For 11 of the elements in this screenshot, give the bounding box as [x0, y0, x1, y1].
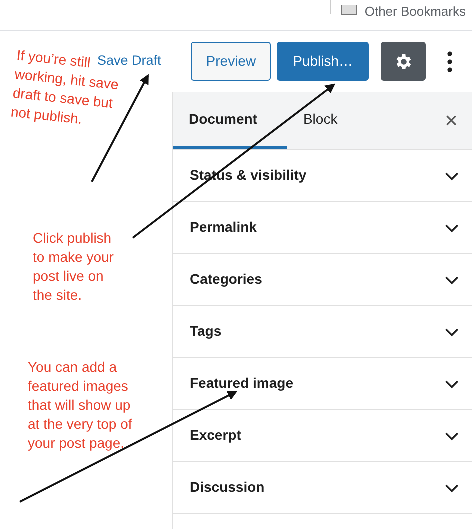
preview-button[interactable]: Preview	[191, 42, 272, 81]
settings-button[interactable]	[381, 42, 426, 81]
publish-button[interactable]: Publish…	[277, 42, 369, 81]
save-draft-link[interactable]: Save Draft	[98, 51, 162, 72]
close-button[interactable]: ×	[431, 92, 472, 149]
annotation-text: Click publish to make your post live on the site.	[33, 229, 114, 305]
annotation-text: You can add a featured images that will show up at the very top of your post page.	[28, 358, 132, 453]
sidebar-tab[interactable]: Block	[287, 92, 354, 149]
more-icon	[447, 50, 453, 72]
bookmark-label[interactable]: Other Bookmarks	[364, 2, 466, 22]
folder-icon	[340, 5, 357, 15]
